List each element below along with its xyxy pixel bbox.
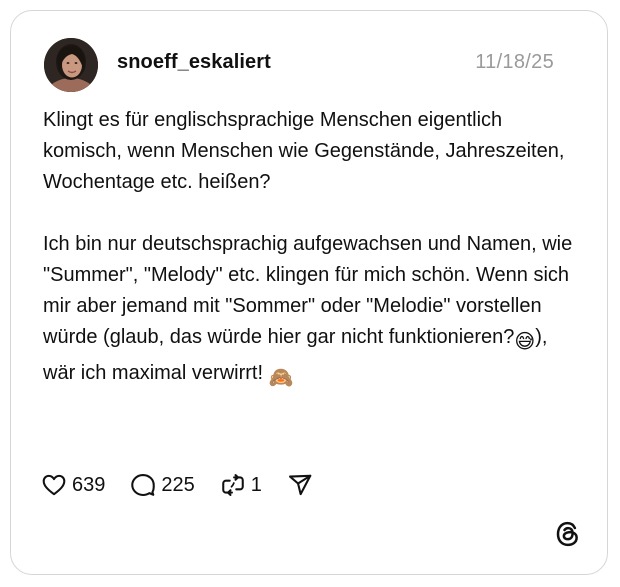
repost-count: 1 — [250, 473, 262, 496]
send-icon — [287, 472, 313, 498]
post-actions: 639 225 1 — [41, 470, 338, 500]
like-count: 639 — [72, 473, 106, 496]
avatar[interactable] — [44, 38, 98, 92]
heart-icon — [41, 472, 67, 498]
comment-bubble-icon — [130, 472, 156, 498]
threads-logo-icon[interactable] — [553, 519, 583, 549]
post-paragraph-1: Klingt es für englischsprachige Menschen… — [43, 109, 565, 193]
threads-post-card: snoeff_eskaliert 11/18/25 Klingt es für … — [10, 10, 608, 575]
avatar-image — [44, 38, 98, 92]
sweat-smile-emoji: 😅 — [514, 331, 536, 353]
username[interactable]: snoeff_eskaliert — [117, 51, 271, 74]
share-button[interactable] — [287, 472, 313, 498]
post-date: 11/18/25 — [475, 51, 554, 73]
repost-button[interactable]: 1 — [220, 472, 262, 498]
like-button[interactable]: 639 — [41, 472, 105, 498]
repost-icon — [220, 472, 246, 498]
post-body: Klingt es für englischsprachige Menschen… — [43, 105, 583, 394]
post-paragraph-2-text: Ich bin nur deutschsprachig aufgewachsen… — [43, 233, 573, 348]
post-paragraph-2: Ich bin nur deutschsprachig aufgewachsen… — [43, 229, 583, 394]
see-no-evil-monkey-emoji: 🙈 — [268, 367, 294, 389]
comment-count: 225 — [161, 473, 195, 496]
comment-button[interactable]: 225 — [130, 472, 195, 498]
